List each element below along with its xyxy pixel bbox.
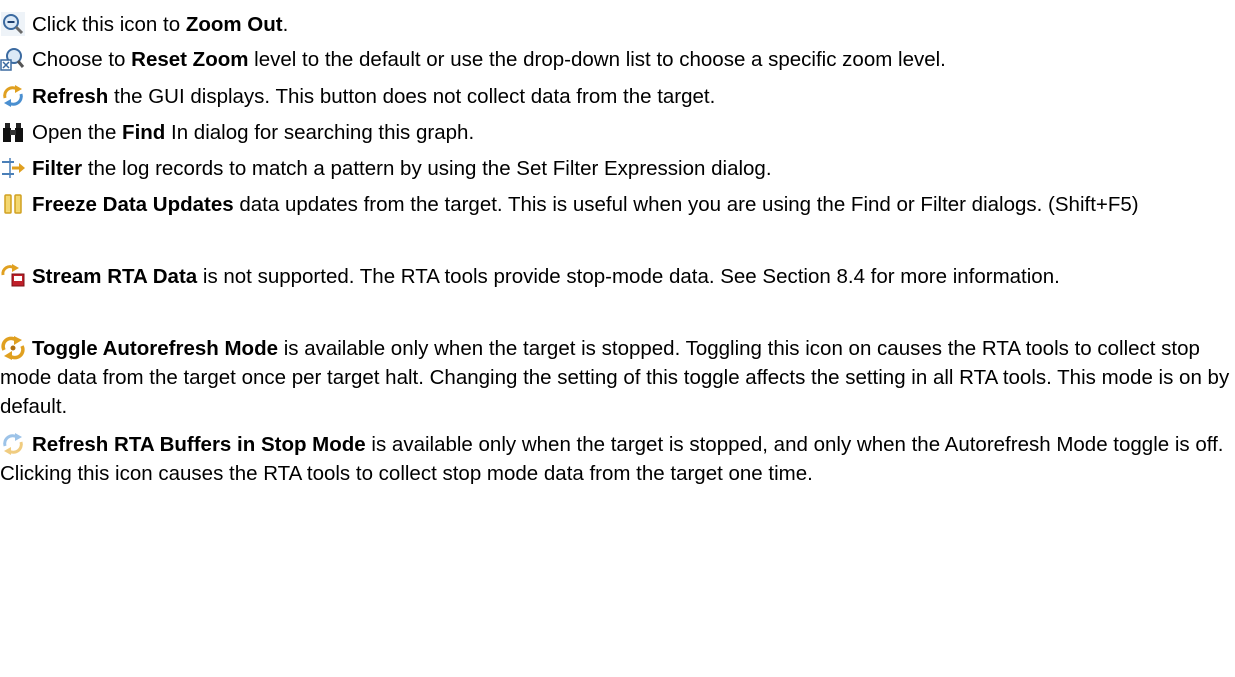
- entry-text-rest: is not supported. The RTA tools provide …: [197, 265, 1060, 288]
- entry-bold-term: Filter: [32, 157, 83, 180]
- entry-bold-term: Refresh RTA Buffers in Stop Mode: [32, 433, 366, 456]
- entry-bold-term: Toggle Autorefresh Mode: [32, 337, 278, 360]
- refresh-icon: [0, 83, 26, 109]
- refresh-rta-icon: [0, 431, 26, 457]
- entry-bold-term: Reset Zoom: [131, 48, 249, 71]
- entry-text: Click this icon to: [32, 13, 186, 36]
- filter-icon: [0, 155, 26, 181]
- autorefresh-icon: [0, 335, 26, 361]
- entry-refresh: Refresh the GUI displays. This button do…: [0, 82, 1235, 111]
- entry-text: Choose to: [32, 48, 132, 71]
- entry-find: Open the Find In dialog for searching th…: [0, 118, 1235, 147]
- entry-text-rest: the GUI displays. This button does not c…: [108, 85, 716, 108]
- entry-stream: Stream RTA Data is not supported. The RT…: [0, 262, 1235, 291]
- entry-zoom-out: Click this icon to Zoom Out.: [0, 10, 1235, 39]
- entry-text-rest: In dialog for searching this graph.: [165, 121, 475, 144]
- entry-text-rest: data updates from the target. This is us…: [233, 193, 1139, 216]
- entry-text: Open the: [32, 121, 123, 144]
- zoom-out-icon: [0, 11, 26, 37]
- entry-bold-term: Find: [122, 121, 166, 144]
- entry-refresh-rta: Refresh RTA Buffers in Stop Mode is avai…: [0, 430, 1235, 488]
- entry-text-rest: .: [282, 13, 289, 36]
- entry-freeze: Freeze Data Updates data updates from th…: [0, 190, 1235, 219]
- entry-text-rest: the log records to match a pattern by us…: [82, 157, 772, 180]
- binoculars-icon: [0, 119, 26, 145]
- entry-reset-zoom: Choose to Reset Zoom level to the defaul…: [0, 45, 1235, 74]
- entry-bold-term: Freeze Data Updates: [32, 193, 234, 216]
- stream-icon: [0, 263, 26, 289]
- pause-icon: [0, 191, 26, 217]
- entry-autorefresh: Toggle Autorefresh Mode is available onl…: [0, 334, 1235, 421]
- entry-bold-term: Refresh: [32, 85, 109, 108]
- reset-zoom-icon: [0, 46, 26, 72]
- entry-bold-term: Zoom Out: [185, 13, 283, 36]
- entry-text-rest: level to the default or use the drop-dow…: [248, 48, 946, 71]
- entry-bold-term: Stream RTA Data: [32, 265, 198, 288]
- entry-filter: Filter the log records to match a patter…: [0, 154, 1235, 183]
